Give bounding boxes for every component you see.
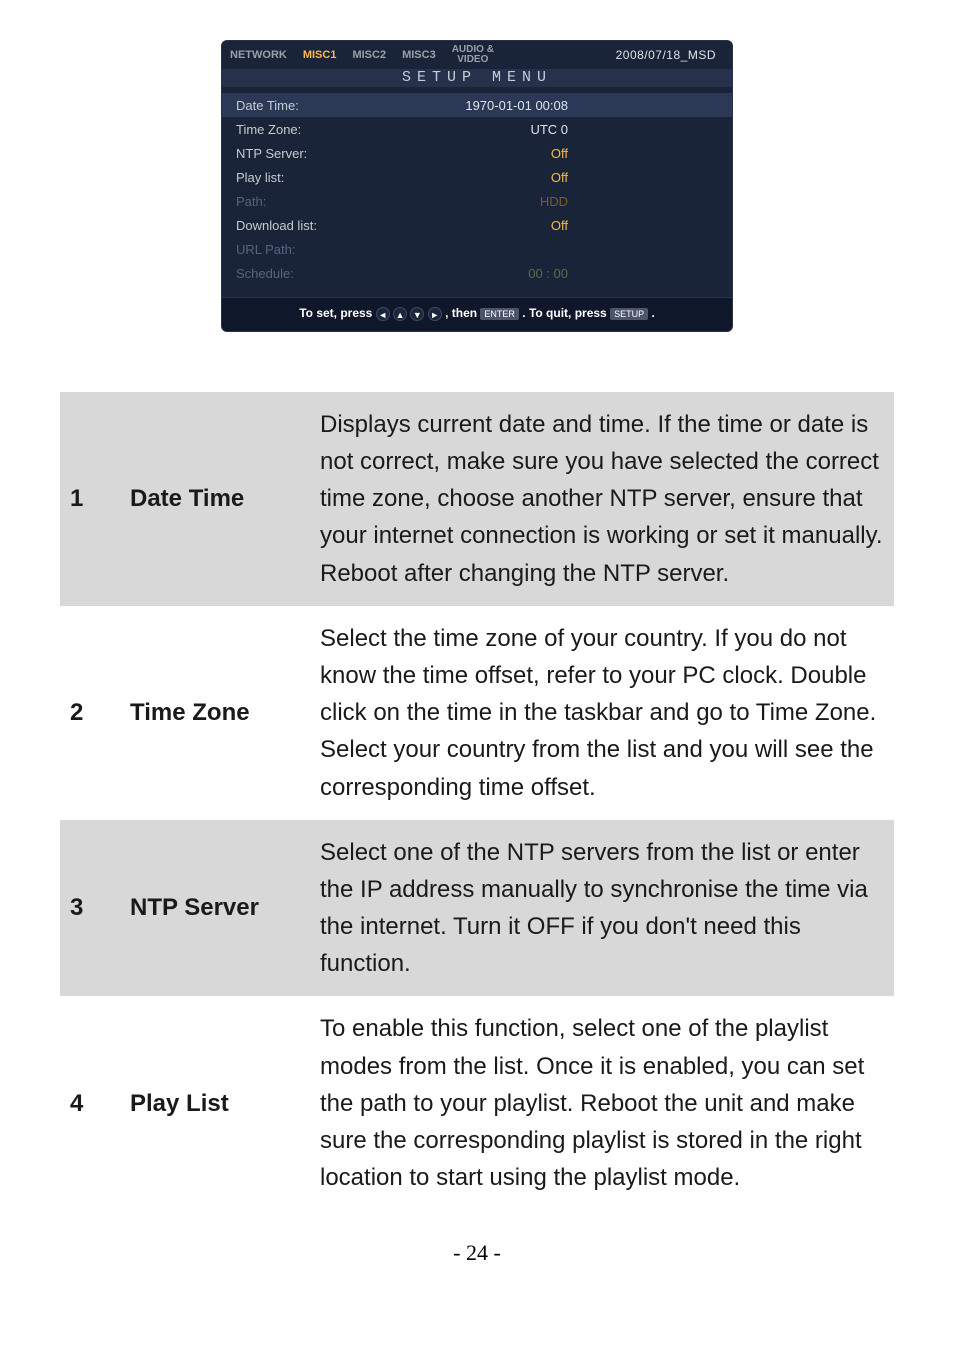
item-number: 3 (60, 820, 120, 997)
table-row: 1 Date Time Displays current date and ti… (60, 392, 894, 606)
footer-mid: , then (445, 306, 480, 320)
item-text: Displays current date and time. If the t… (310, 392, 894, 606)
tab-misc1[interactable]: MISC1 (295, 49, 345, 61)
label-date-time: Date Time: (236, 98, 386, 113)
setup-key-badge: SETUP (610, 308, 648, 320)
value-play-list: Off (386, 170, 718, 185)
item-number: 4 (60, 996, 120, 1210)
arrow-right-icon: ► (428, 307, 442, 321)
label-ntp-server: NTP Server: (236, 146, 386, 161)
arrow-up-icon: ▲ (393, 307, 407, 321)
item-name: Play List (120, 996, 310, 1210)
row-ntp-server[interactable]: NTP Server: Off (236, 141, 718, 165)
tab-misc3[interactable]: MISC3 (394, 49, 444, 61)
arrow-down-icon: ▼ (410, 307, 424, 321)
label-url-path: URL Path: (236, 242, 386, 257)
label-path: Path: (236, 194, 386, 209)
label-play-list: Play list: (236, 170, 386, 185)
row-schedule: Schedule: 00 : 00 (236, 261, 718, 285)
item-text: To enable this function, select one of t… (310, 996, 894, 1210)
table-row: 3 NTP Server Select one of the NTP serve… (60, 820, 894, 997)
table-row: 2 Time Zone Select the time zone of your… (60, 606, 894, 820)
item-name: Date Time (120, 392, 310, 606)
menu-body: Date Time: 1970-01-01 00:08 Time Zone: U… (222, 87, 732, 297)
arrow-left-icon: ◄ (376, 307, 390, 321)
tab-misc2[interactable]: MISC2 (344, 49, 394, 61)
footer-hint: To set, press ◄ ▲ ▼ ► , then ENTER . To … (222, 297, 732, 331)
tab-bar: NETWORK MISC1 MISC2 MISC3 AUDIO & VIDEO … (222, 41, 732, 69)
row-path: Path: HDD (236, 189, 718, 213)
footer-prefix: To set, press (299, 306, 375, 320)
value-download-list: Off (386, 218, 718, 233)
row-download-list[interactable]: Download list: Off (236, 213, 718, 237)
value-time-zone: UTC 0 (386, 122, 718, 137)
value-ntp-server: Off (386, 146, 718, 161)
row-date-time[interactable]: Date Time: 1970-01-01 00:08 (222, 93, 732, 117)
table-row: 4 Play List To enable this function, sel… (60, 996, 894, 1210)
item-name: Time Zone (120, 606, 310, 820)
item-text: Select the time zone of your country. If… (310, 606, 894, 820)
enter-key-badge: ENTER (480, 308, 519, 320)
item-number: 2 (60, 606, 120, 820)
label-schedule: Schedule: (236, 266, 386, 281)
description-table: 1 Date Time Displays current date and ti… (60, 392, 894, 1211)
row-time-zone[interactable]: Time Zone: UTC 0 (236, 117, 718, 141)
page-number: - 24 - (60, 1240, 894, 1266)
item-text: Select one of the NTP servers from the l… (310, 820, 894, 997)
header-date: 2008/07/18_MSD (608, 48, 724, 62)
value-date-time: 1970-01-01 00:08 (386, 98, 718, 113)
value-path: HDD (386, 194, 718, 209)
setup-menu-screenshot: NETWORK MISC1 MISC2 MISC3 AUDIO & VIDEO … (221, 40, 733, 332)
tab-audio-video[interactable]: AUDIO & VIDEO (444, 45, 502, 65)
footer-tail2: . (651, 306, 654, 320)
item-name: NTP Server (120, 820, 310, 997)
row-url-path: URL Path: (236, 237, 718, 261)
label-download-list: Download list: (236, 218, 386, 233)
tab-network[interactable]: NETWORK (222, 49, 295, 61)
setup-menu-title: SETUP MENU (222, 69, 732, 87)
value-schedule: 00 : 00 (386, 266, 718, 281)
row-play-list[interactable]: Play list: Off (236, 165, 718, 189)
label-time-zone: Time Zone: (236, 122, 386, 137)
footer-tail1: . To quit, press (522, 306, 610, 320)
item-number: 1 (60, 392, 120, 606)
